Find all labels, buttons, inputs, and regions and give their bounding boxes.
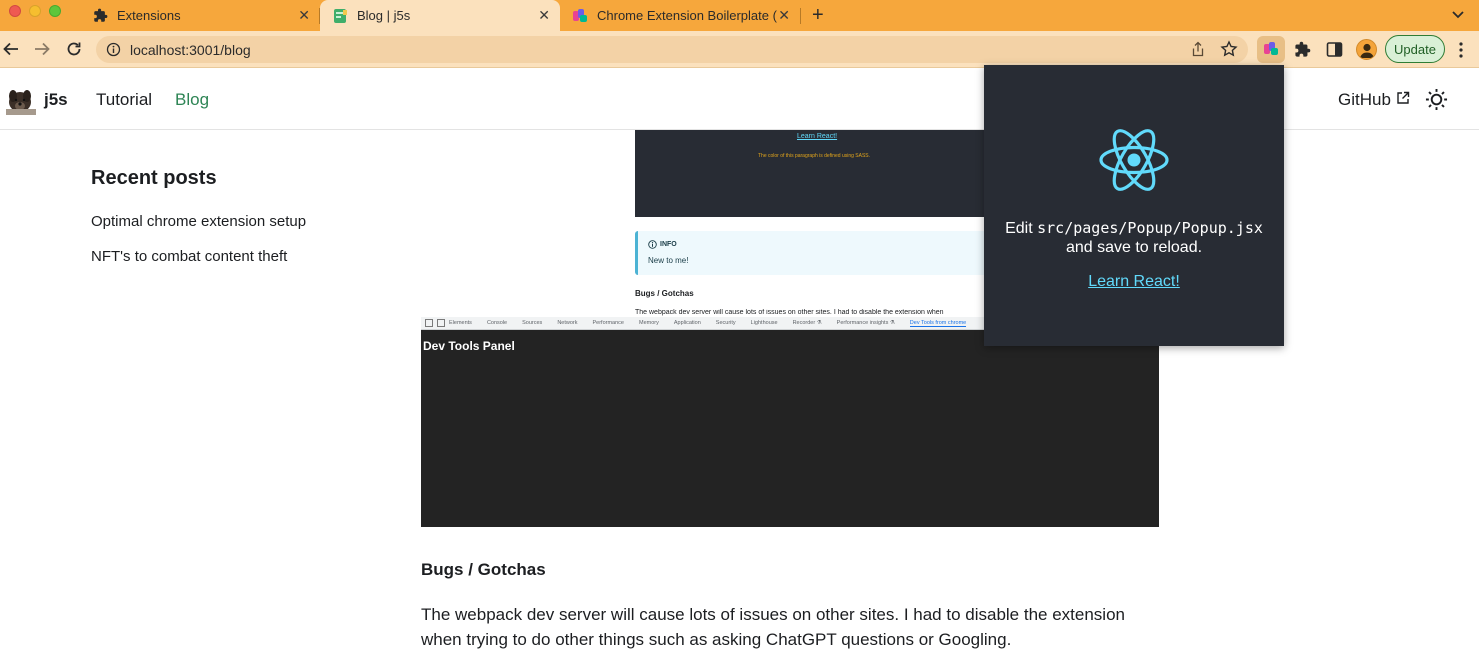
more-menu-icon[interactable] xyxy=(1459,42,1463,58)
side-panel-icon[interactable] xyxy=(1326,41,1343,58)
popup-save-text: and save to reload. xyxy=(1065,239,1203,256)
screenshot-devtools-panel: Dev Tools Panel xyxy=(421,330,1159,527)
info-title: INFO xyxy=(648,240,677,249)
screenshot-learn-react-link: Learn React! xyxy=(797,133,838,140)
github-label: GitHub xyxy=(1338,90,1391,109)
close-icon[interactable]: ✕ xyxy=(298,8,310,22)
popup-edit-text: Edit src/pages/Popup/Popup.jsx xyxy=(984,219,1284,238)
nav-link-tutorial[interactable]: Tutorial xyxy=(96,90,152,110)
screenshot-info-admonition: INFO New to me! xyxy=(635,231,995,275)
extension-popup: Edit src/pages/Popup/Popup.jsx and save … xyxy=(984,65,1284,346)
screenshot-heading: Bugs / Gotchas xyxy=(635,289,694,298)
site-info-icon[interactable] xyxy=(106,42,121,57)
external-link-icon xyxy=(1397,91,1410,104)
screenshot-popup-preview: Learn React! The color of this paragraph… xyxy=(635,130,995,217)
tab-divider xyxy=(800,8,801,24)
reload-icon[interactable] xyxy=(65,40,83,58)
forward-arrow-icon[interactable] xyxy=(33,40,51,58)
screenshot-sass-note: The color of this paragraph is defined u… xyxy=(758,153,871,159)
devtools-tab: Performance xyxy=(592,320,624,326)
devtools-tab: Memory xyxy=(638,320,659,326)
device-toolbar-icon xyxy=(437,319,445,327)
url-text: localhost:3001/blog xyxy=(130,42,251,58)
share-icon[interactable] xyxy=(1190,41,1206,57)
info-title-text: INFO xyxy=(660,241,677,248)
active-extension-button[interactable] xyxy=(1257,36,1285,63)
browser-tabstrip: Extensions ✕ Blog | j5s ✕ Chrome Extensi… xyxy=(0,0,1479,31)
close-icon[interactable]: ✕ xyxy=(538,8,550,22)
address-bar[interactable]: localhost:3001/blog xyxy=(96,36,1248,63)
screenshot-devtools-tabbar: Elements Console Sources Network Perform… xyxy=(421,317,989,330)
info-text: New to me! xyxy=(648,256,689,265)
section-heading: Bugs / Gotchas xyxy=(421,560,546,579)
person-icon xyxy=(1360,43,1374,58)
update-button[interactable]: Update xyxy=(1385,35,1445,63)
nav-link-blog[interactable]: Blog xyxy=(175,90,209,110)
devtools-tab: Console xyxy=(486,320,508,326)
nav-link-github[interactable]: GitHub xyxy=(1338,90,1410,110)
devtools-tab: Recorder ⚗ xyxy=(792,320,822,326)
window-close-button[interactable] xyxy=(9,5,21,17)
chevron-down-icon[interactable] xyxy=(1451,8,1465,22)
sidebar-title: Recent posts xyxy=(91,167,217,189)
devtools-tab: Lighthouse xyxy=(750,320,778,326)
devtools-tab: Sources xyxy=(522,320,543,326)
bookmark-star-icon[interactable] xyxy=(1220,40,1238,58)
info-icon xyxy=(648,240,657,249)
popup-edit-prefix: Edit xyxy=(1005,220,1038,237)
devtools-tab: Elements xyxy=(449,320,472,326)
close-icon[interactable]: ✕ xyxy=(778,8,790,22)
window-zoom-button[interactable] xyxy=(49,5,61,17)
back-arrow-icon[interactable] xyxy=(2,40,20,58)
react-logo-icon xyxy=(1099,129,1169,191)
sidebar-item-post[interactable]: NFT's to combat content theft xyxy=(91,248,287,265)
sidebar-item-post[interactable]: Optimal chrome extension setup xyxy=(91,213,306,230)
sun-icon[interactable] xyxy=(1425,88,1448,111)
site-favicon xyxy=(332,8,348,24)
browser-tab-extensions[interactable]: Extensions ✕ xyxy=(92,0,320,31)
learn-react-link[interactable]: Learn React! xyxy=(984,273,1284,291)
new-tab-button[interactable]: + xyxy=(812,5,824,25)
extensions-puzzle-icon[interactable] xyxy=(1294,41,1311,58)
tab-title: Extensions xyxy=(117,8,181,23)
devtools-tab: Network xyxy=(557,320,578,326)
tab-title: Blog | j5s xyxy=(357,8,411,23)
browser-toolbar: localhost:3001/blog Update xyxy=(0,31,1479,68)
colorful-extension-icon xyxy=(1264,42,1278,55)
screenshot-paragraph: The webpack dev server will cause lots o… xyxy=(635,309,944,316)
devtools-tab: Security xyxy=(715,320,736,326)
window-minimize-button[interactable] xyxy=(29,5,41,17)
site-name[interactable]: j5s xyxy=(44,90,68,110)
puzzle-icon xyxy=(92,8,108,24)
popup-edit-path: src/pages/Popup/Popup.jsx xyxy=(1037,219,1263,237)
article-paragraph: The webpack dev server will cause lots o… xyxy=(421,605,1125,649)
devtools-tab: Application xyxy=(673,320,701,326)
browser-tab-blog[interactable]: Blog | j5s ✕ xyxy=(320,0,560,31)
profile-avatar[interactable] xyxy=(1356,39,1377,60)
devtools-panel-title: Dev Tools Panel xyxy=(423,339,515,353)
site-logo[interactable] xyxy=(6,87,36,115)
tab-title: Chrome Extension Boilerplate ( xyxy=(597,8,777,23)
inspect-icon xyxy=(425,319,433,327)
devtools-tab: Performance insights ⚗ xyxy=(836,320,895,326)
browser-tab-boilerplate[interactable]: Chrome Extension Boilerplate ( ✕ xyxy=(560,0,800,31)
devtools-tab-active: Dev Tools from chrome xyxy=(909,319,967,327)
colorful-extension-favicon xyxy=(572,8,588,24)
